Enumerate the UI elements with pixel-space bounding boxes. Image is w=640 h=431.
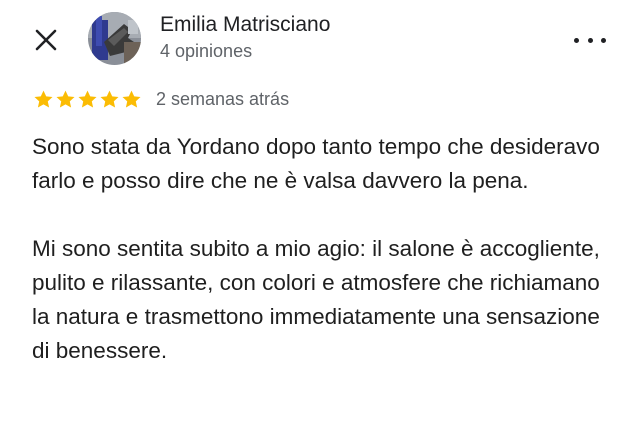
review-count: 4 opiniones <box>160 41 253 61</box>
avatar[interactable] <box>88 12 141 65</box>
more-vert-icon <box>574 37 579 43</box>
star-icon <box>34 90 53 108</box>
review-date: 2 semanas atrás <box>156 89 290 109</box>
rating-row: 2 semanas atrás <box>33 89 289 110</box>
star-rating <box>33 89 142 110</box>
more-dot <box>601 37 606 43</box>
review-text: Sono stata da Yordano dopo tanto tempo c… <box>32 130 622 402</box>
more-dot <box>587 37 593 43</box>
star-icon <box>100 90 119 108</box>
close-button[interactable] <box>30 24 62 56</box>
review-paragraph: Sono stata da Yordano dopo tanto tempo c… <box>32 134 600 193</box>
more-options-button[interactable] <box>574 28 606 52</box>
star-icon <box>122 90 141 108</box>
close-icon <box>35 29 57 51</box>
star-icon <box>78 90 97 108</box>
reviewer-name[interactable]: Emilia Matrisciano <box>160 13 330 37</box>
star-icon <box>56 90 75 108</box>
review-paragraph: Mi sono sentita subito a mio agio: il sa… <box>32 236 600 363</box>
review-detail-screen: Emilia Matrisciano 4 opiniones 2 semanas… <box>0 0 640 431</box>
